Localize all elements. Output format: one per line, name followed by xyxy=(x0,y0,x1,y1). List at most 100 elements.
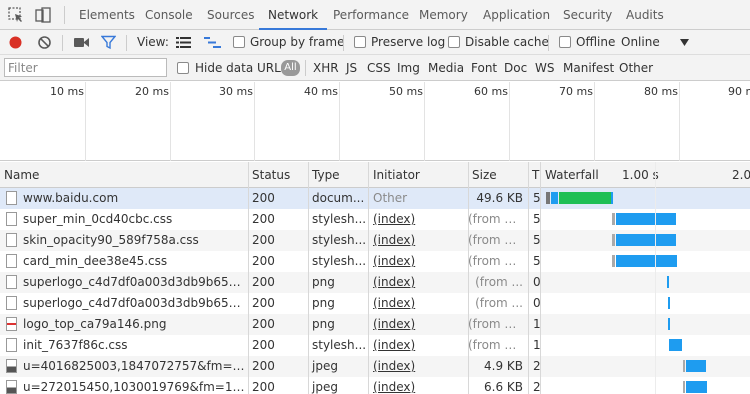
waterfall-bar xyxy=(611,192,613,204)
disable-cache-checkbox[interactable] xyxy=(448,36,460,48)
filter-type-manifest[interactable]: Manifest xyxy=(563,55,614,81)
waterfall-bar xyxy=(668,297,670,309)
cell-name: super_min_0cd40cbc.css xyxy=(23,212,173,226)
preserve-log-checkbox[interactable] xyxy=(354,36,366,48)
cell-size: (from d... xyxy=(468,254,524,268)
column-header-status[interactable]: Status xyxy=(248,162,308,188)
column-header-size[interactable]: Size xyxy=(468,162,528,188)
tab-audits[interactable]: Audits xyxy=(617,0,673,30)
table-row[interactable]: card_min_dee38e45.css 200 stylesh... (index… xyxy=(0,251,750,272)
waterfall-bar xyxy=(612,234,615,246)
table-row[interactable]: init_7637f86c.css 200 stylesh... (index) (fr… xyxy=(0,335,750,356)
table-row[interactable]: logo_top_ca79a146.png 200 png (index) (from … xyxy=(0,314,750,335)
cell-initiator[interactable]: (index) xyxy=(369,272,468,293)
filter-type-xhr[interactable]: XHR xyxy=(313,55,339,81)
filter-type-font[interactable]: Font xyxy=(471,55,497,81)
overview-tick-label: 70 ms xyxy=(559,85,593,98)
cell-type: png xyxy=(312,317,335,331)
preserve-log-label: Preserve log xyxy=(371,35,446,49)
cell-type: jpeg xyxy=(312,380,338,394)
tab-elements[interactable]: Elements xyxy=(70,0,144,30)
cell-initiator[interactable]: (index) xyxy=(369,293,468,314)
waterfall-bar xyxy=(683,381,685,393)
table-row[interactable]: www.baidu.com 200 docum... Other 49.6 KB 5 xyxy=(0,188,750,209)
cell-status: 200 xyxy=(252,254,275,268)
table-row[interactable]: skin_opacity90_589f758a.css 200 stylesh...… xyxy=(0,230,750,251)
cell-name: www.baidu.com xyxy=(23,191,119,205)
tab-security[interactable]: Security xyxy=(554,0,621,30)
table-row[interactable]: superlogo_c4d7df0a003d3db9b65e9ef0... 200… xyxy=(0,272,750,293)
waterfall-tick-label: 1.00 s xyxy=(622,168,659,182)
filter-all-button[interactable]: All xyxy=(281,60,300,76)
timeline-overview[interactable]: 10 ms 20 ms 30 ms 40 ms 50 ms 60 ms 70 m… xyxy=(0,82,750,161)
image-file-icon xyxy=(6,380,17,394)
filter-type-ws[interactable]: WS xyxy=(535,55,554,81)
cell-status: 200 xyxy=(252,233,275,247)
overview-tick-label: 10 ms xyxy=(50,85,84,98)
cell-name: superlogo_c4d7df0a003d3db9b65e9ef0... xyxy=(23,275,245,289)
filter-type-doc[interactable]: Doc xyxy=(504,55,527,81)
cell-initiator[interactable]: (index) xyxy=(369,209,468,230)
tab-memory[interactable]: Memory xyxy=(410,0,477,30)
dropdown-arrow-icon[interactable] xyxy=(680,39,689,46)
tab-sources[interactable]: Sources xyxy=(198,0,263,30)
overview-gridline xyxy=(594,82,595,161)
filter-type-img[interactable]: Img xyxy=(397,55,420,81)
document-file-icon xyxy=(6,254,17,268)
record-icon[interactable] xyxy=(8,35,23,50)
column-header-waterfall[interactable]: Waterfall xyxy=(541,162,621,188)
table-row[interactable]: superlogo_c4d7df0a003d3db9b65e9ef0... 200… xyxy=(0,293,750,314)
table-row[interactable]: super_min_0cd40cbc.css 200 stylesh... (inde… xyxy=(0,209,750,230)
cell-initiator[interactable]: (index) xyxy=(369,230,468,251)
cell-initiator[interactable]: (index) xyxy=(369,356,468,377)
overview-gridline xyxy=(170,82,171,161)
cell-initiator[interactable]: (index) xyxy=(369,314,468,335)
tab-application[interactable]: Application xyxy=(474,0,559,30)
waterfall-bar xyxy=(669,339,682,351)
tab-console[interactable]: Console xyxy=(136,0,202,30)
offline-checkbox[interactable] xyxy=(559,36,571,48)
video-camera-icon[interactable] xyxy=(73,36,90,49)
column-header-initiator[interactable]: Initiator xyxy=(369,162,468,188)
cell-initiator[interactable]: (index) xyxy=(369,335,468,356)
tab-performance[interactable]: Performance xyxy=(324,0,418,30)
image-file-icon xyxy=(6,359,17,373)
column-header-type[interactable]: Type xyxy=(308,162,369,188)
waterfall-bar xyxy=(616,255,677,267)
cell-initiator[interactable]: (index) xyxy=(369,251,468,272)
waterfall-bar xyxy=(612,213,615,225)
throttling-select[interactable]: Online xyxy=(621,30,660,55)
group-by-frame-label: Group by frame xyxy=(250,35,345,49)
overview-gridline xyxy=(85,82,86,161)
cell-status: 200 xyxy=(252,380,275,394)
device-toolbar-icon[interactable] xyxy=(34,6,52,24)
inspect-element-icon[interactable] xyxy=(7,6,25,24)
filter-type-js[interactable]: JS xyxy=(346,55,357,81)
toolbar-divider xyxy=(343,35,344,51)
cell-size: (from ... xyxy=(475,296,523,310)
filter-input[interactable] xyxy=(4,58,167,77)
overview-waterfall-icon[interactable] xyxy=(204,36,221,49)
overview-gridline xyxy=(339,82,340,161)
filter-type-media[interactable]: Media xyxy=(428,55,464,81)
overview-tick-label: 20 ms xyxy=(135,85,169,98)
large-rows-icon[interactable] xyxy=(176,36,191,49)
filter-type-css[interactable]: CSS xyxy=(367,55,391,81)
tab-network[interactable]: Network xyxy=(259,0,328,30)
group-by-frame-checkbox[interactable] xyxy=(233,36,245,48)
filter-icon[interactable] xyxy=(101,35,116,50)
hide-data-urls-checkbox[interactable] xyxy=(177,62,189,74)
table-row[interactable]: u=272015450,1030019769&fm=173&a... 200 jpe… xyxy=(0,377,750,394)
column-header-name[interactable]: Name xyxy=(0,162,248,188)
filter-type-other[interactable]: Other xyxy=(619,55,653,81)
table-row[interactable]: u=4016825003,1847072757&fm=173&... 200 jpe… xyxy=(0,356,750,377)
clear-icon[interactable] xyxy=(37,35,52,50)
cell-status: 200 xyxy=(252,359,275,373)
tab-divider xyxy=(64,6,65,24)
cell-initiator[interactable]: (index) xyxy=(369,377,468,394)
cell-type: stylesh... xyxy=(312,233,367,247)
waterfall-gridline xyxy=(655,162,656,394)
cell-size: (from d... xyxy=(468,233,524,247)
view-label: View: xyxy=(137,35,169,49)
devtools-tab-bar: Elements Console Sources Network Performance… xyxy=(0,0,750,30)
